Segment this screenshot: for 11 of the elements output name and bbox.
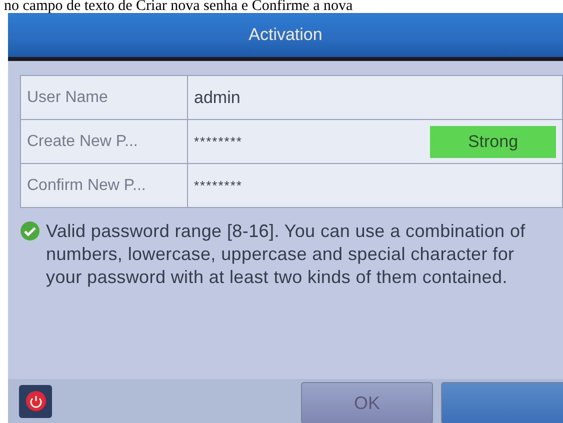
input-field[interactable]: ******** Strong xyxy=(188,120,562,163)
power-button[interactable] xyxy=(19,384,52,418)
field-label: Confirm New P... xyxy=(21,164,188,207)
power-icon xyxy=(24,390,46,412)
window-title: Activation xyxy=(248,25,322,45)
field-label: Create New P... xyxy=(21,120,188,163)
input-field[interactable]: ******** xyxy=(188,164,562,207)
field-label: User Name xyxy=(21,76,188,119)
strength-meter: Strong xyxy=(430,126,556,158)
input-field[interactable]: admin xyxy=(188,76,562,119)
password-hint: Valid password range [8-16]. You can use a combination of numbers, lowercase, uppercase and special character for your password with at least two kinds of them contained. xyxy=(46,220,526,289)
